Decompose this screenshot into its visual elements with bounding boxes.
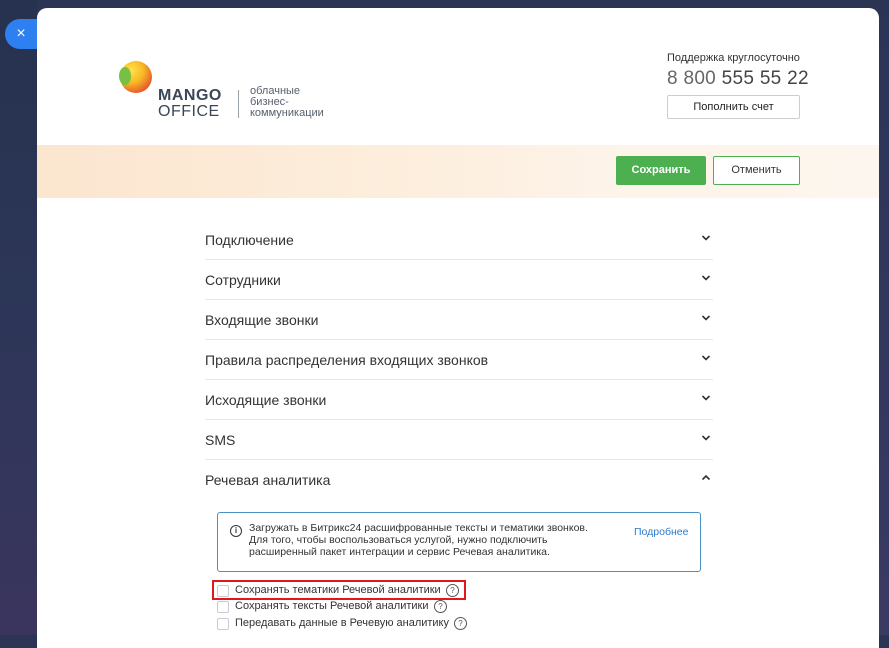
phone-number: 555 55 22: [721, 68, 809, 89]
help-icon[interactable]: ?: [454, 617, 467, 630]
save-button[interactable]: Сохранить: [616, 156, 706, 185]
background-left: [0, 0, 37, 635]
accordion-item-routing-rules[interactable]: Правила распределения входящих звонков: [205, 340, 713, 380]
speech-analytics-info: i Загружать в Битрикс24 расшифрованные т…: [217, 512, 701, 572]
close-icon: ×: [16, 25, 26, 42]
accordion-label: SMS: [205, 432, 236, 448]
close-button[interactable]: ×: [5, 19, 37, 49]
accordion-item-speech-analytics[interactable]: Речевая аналитика: [205, 460, 713, 499]
info-icon: i: [230, 525, 242, 537]
chevron-down-icon: [701, 355, 711, 361]
chevron-down-icon: [701, 435, 711, 441]
highlight-box: [212, 580, 466, 600]
info-line1: Загружать в Битрикс24 расшифрованные тек…: [249, 522, 588, 534]
chevron-down-icon: [701, 235, 711, 241]
settings-panel: MANGO OFFICE облачные бизнес- коммуникац…: [37, 8, 879, 648]
info-text: Загружать в Битрикс24 расшифрованные тек…: [249, 522, 609, 558]
info-line2: Для того, чтобы воспользоваться услугой,…: [249, 534, 548, 546]
accordion-label: Подключение: [205, 232, 294, 248]
accordion-label: Сотрудники: [205, 272, 281, 288]
brand-line1: MANGO: [158, 87, 222, 104]
checkbox[interactable]: [217, 601, 229, 613]
option-label: Передавать данные в Речевую аналитику: [235, 617, 449, 629]
info-line3: расширенный пакет интеграции и сервис Ре…: [249, 546, 550, 558]
accordion-label: Входящие звонки: [205, 312, 319, 328]
tagline-line3: коммуникации: [250, 107, 324, 119]
more-info-link[interactable]: Подробнее: [634, 526, 688, 538]
brand-line2: OFFICE: [158, 103, 220, 120]
accordion-item-employees[interactable]: Сотрудники: [205, 260, 713, 300]
support-label: Поддержка круглосуточно: [667, 52, 800, 64]
cancel-button[interactable]: Отменить: [713, 156, 800, 185]
chevron-up-icon: [701, 474, 711, 481]
accordion-item-sms[interactable]: SMS: [205, 420, 713, 460]
accordion-item-connection[interactable]: Подключение: [205, 220, 713, 260]
chevron-down-icon: [701, 395, 711, 401]
accordion-label: Речевая аналитика: [205, 472, 331, 488]
topup-button[interactable]: Пополнить счет: [667, 95, 800, 119]
mango-logo-icon: [119, 61, 160, 101]
chevron-down-icon: [701, 315, 711, 321]
checkbox[interactable]: [217, 618, 229, 630]
background-right: [879, 0, 889, 635]
brand-name: MANGO OFFICE: [158, 87, 222, 120]
brand-tagline: облачные бизнес- коммуникации: [250, 86, 324, 119]
accordion-item-incoming-calls[interactable]: Входящие звонки: [205, 300, 713, 340]
chevron-down-icon: [701, 275, 711, 281]
brand-divider: [238, 90, 239, 118]
help-icon[interactable]: ?: [434, 600, 447, 613]
phone-prefix: 8 800: [667, 68, 717, 89]
accordion-label: Исходящие звонки: [205, 392, 327, 408]
accordion-label: Правила распределения входящих звонков: [205, 352, 489, 368]
settings-accordion: Подключение Сотрудники Входящие звонки П…: [205, 220, 713, 499]
support-phone: 8 800 555 55 22: [667, 68, 809, 90]
option-label: Сохранять тексты Речевой аналитики: [235, 600, 429, 612]
accordion-item-outgoing-calls[interactable]: Исходящие звонки: [205, 380, 713, 420]
